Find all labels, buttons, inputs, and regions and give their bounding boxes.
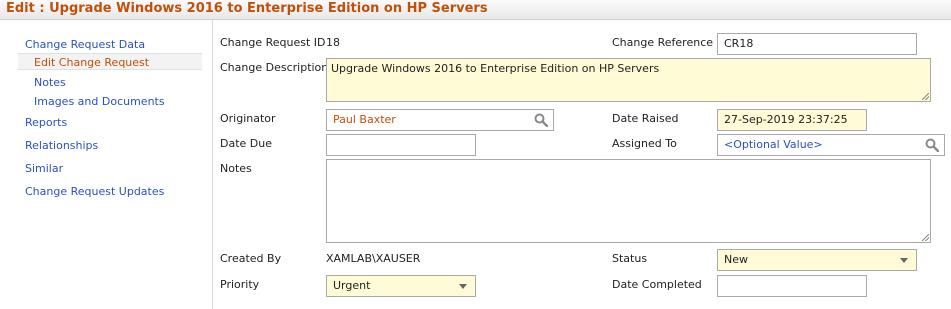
date-completed-label: Date Completed — [612, 278, 702, 291]
sidebar-item-relationships[interactable]: Relationships — [25, 139, 98, 152]
change-description-label: Change Description — [220, 61, 329, 74]
change-request-id-value: 18 — [326, 36, 340, 49]
sidebar-item-change-request-data[interactable]: Change Request Data — [25, 38, 145, 51]
date-completed-field[interactable] — [717, 275, 867, 297]
status-select[interactable]: New — [717, 249, 917, 271]
originator-label: Originator — [220, 112, 276, 125]
resize-grip-icon[interactable] — [922, 93, 929, 100]
assigned-to-label: Assigned To — [612, 137, 677, 150]
priority-select[interactable]: Urgent — [326, 275, 476, 297]
sidebar-item-change-request-updates[interactable]: Change Request Updates — [25, 185, 164, 198]
resize-grip-icon[interactable] — [922, 234, 929, 241]
originator-field[interactable]: Paul Baxter — [326, 109, 554, 131]
assigned-to-field[interactable]: <Optional Value> — [717, 134, 945, 156]
change-reference-label: Change Reference — [612, 36, 714, 49]
sidebar: Change Request Data Edit Change Request … — [0, 20, 213, 309]
assigned-to-value: <Optional Value> — [724, 138, 823, 151]
created-by-label: Created By — [220, 252, 282, 265]
search-icon[interactable] — [534, 113, 548, 127]
status-label: Status — [612, 252, 648, 265]
priority-label: Priority — [220, 278, 260, 291]
date-raised-field[interactable]: 27-Sep-2019 23:37:25 — [717, 109, 867, 131]
date-due-label: Date Due — [220, 137, 272, 150]
sidebar-item-similar[interactable]: Similar — [25, 162, 63, 175]
chevron-down-icon[interactable] — [459, 284, 467, 289]
notes-field[interactable] — [326, 159, 931, 243]
sidebar-item-notes[interactable]: Notes — [34, 76, 66, 89]
notes-label: Notes — [220, 162, 252, 175]
sidebar-item-reports[interactable]: Reports — [25, 116, 67, 129]
change-request-id-label: Change Request ID — [220, 36, 326, 49]
change-description-text: Upgrade Windows 2016 to Enterprise Editi… — [331, 62, 660, 75]
page-title: Edit : Upgrade Windows 2016 to Enterpris… — [6, 1, 488, 16]
status-value: New — [724, 253, 748, 266]
change-description-field[interactable]: Upgrade Windows 2016 to Enterprise Editi… — [326, 58, 931, 102]
title-bar: Edit : Upgrade Windows 2016 to Enterpris… — [0, 0, 951, 20]
sidebar-item-edit-change-request[interactable]: Edit Change Request — [18, 53, 202, 70]
search-icon[interactable] — [925, 138, 939, 152]
created-by-value: XAMLAB\XAUSER — [326, 252, 421, 265]
date-due-field[interactable] — [326, 134, 476, 156]
change-reference-field[interactable]: CR18 — [717, 33, 917, 55]
date-raised-label: Date Raised — [612, 112, 679, 125]
originator-value: Paul Baxter — [333, 113, 396, 126]
sidebar-item-images-and-documents[interactable]: Images and Documents — [34, 95, 165, 108]
priority-value: Urgent — [333, 279, 371, 292]
chevron-down-icon[interactable] — [900, 258, 908, 263]
